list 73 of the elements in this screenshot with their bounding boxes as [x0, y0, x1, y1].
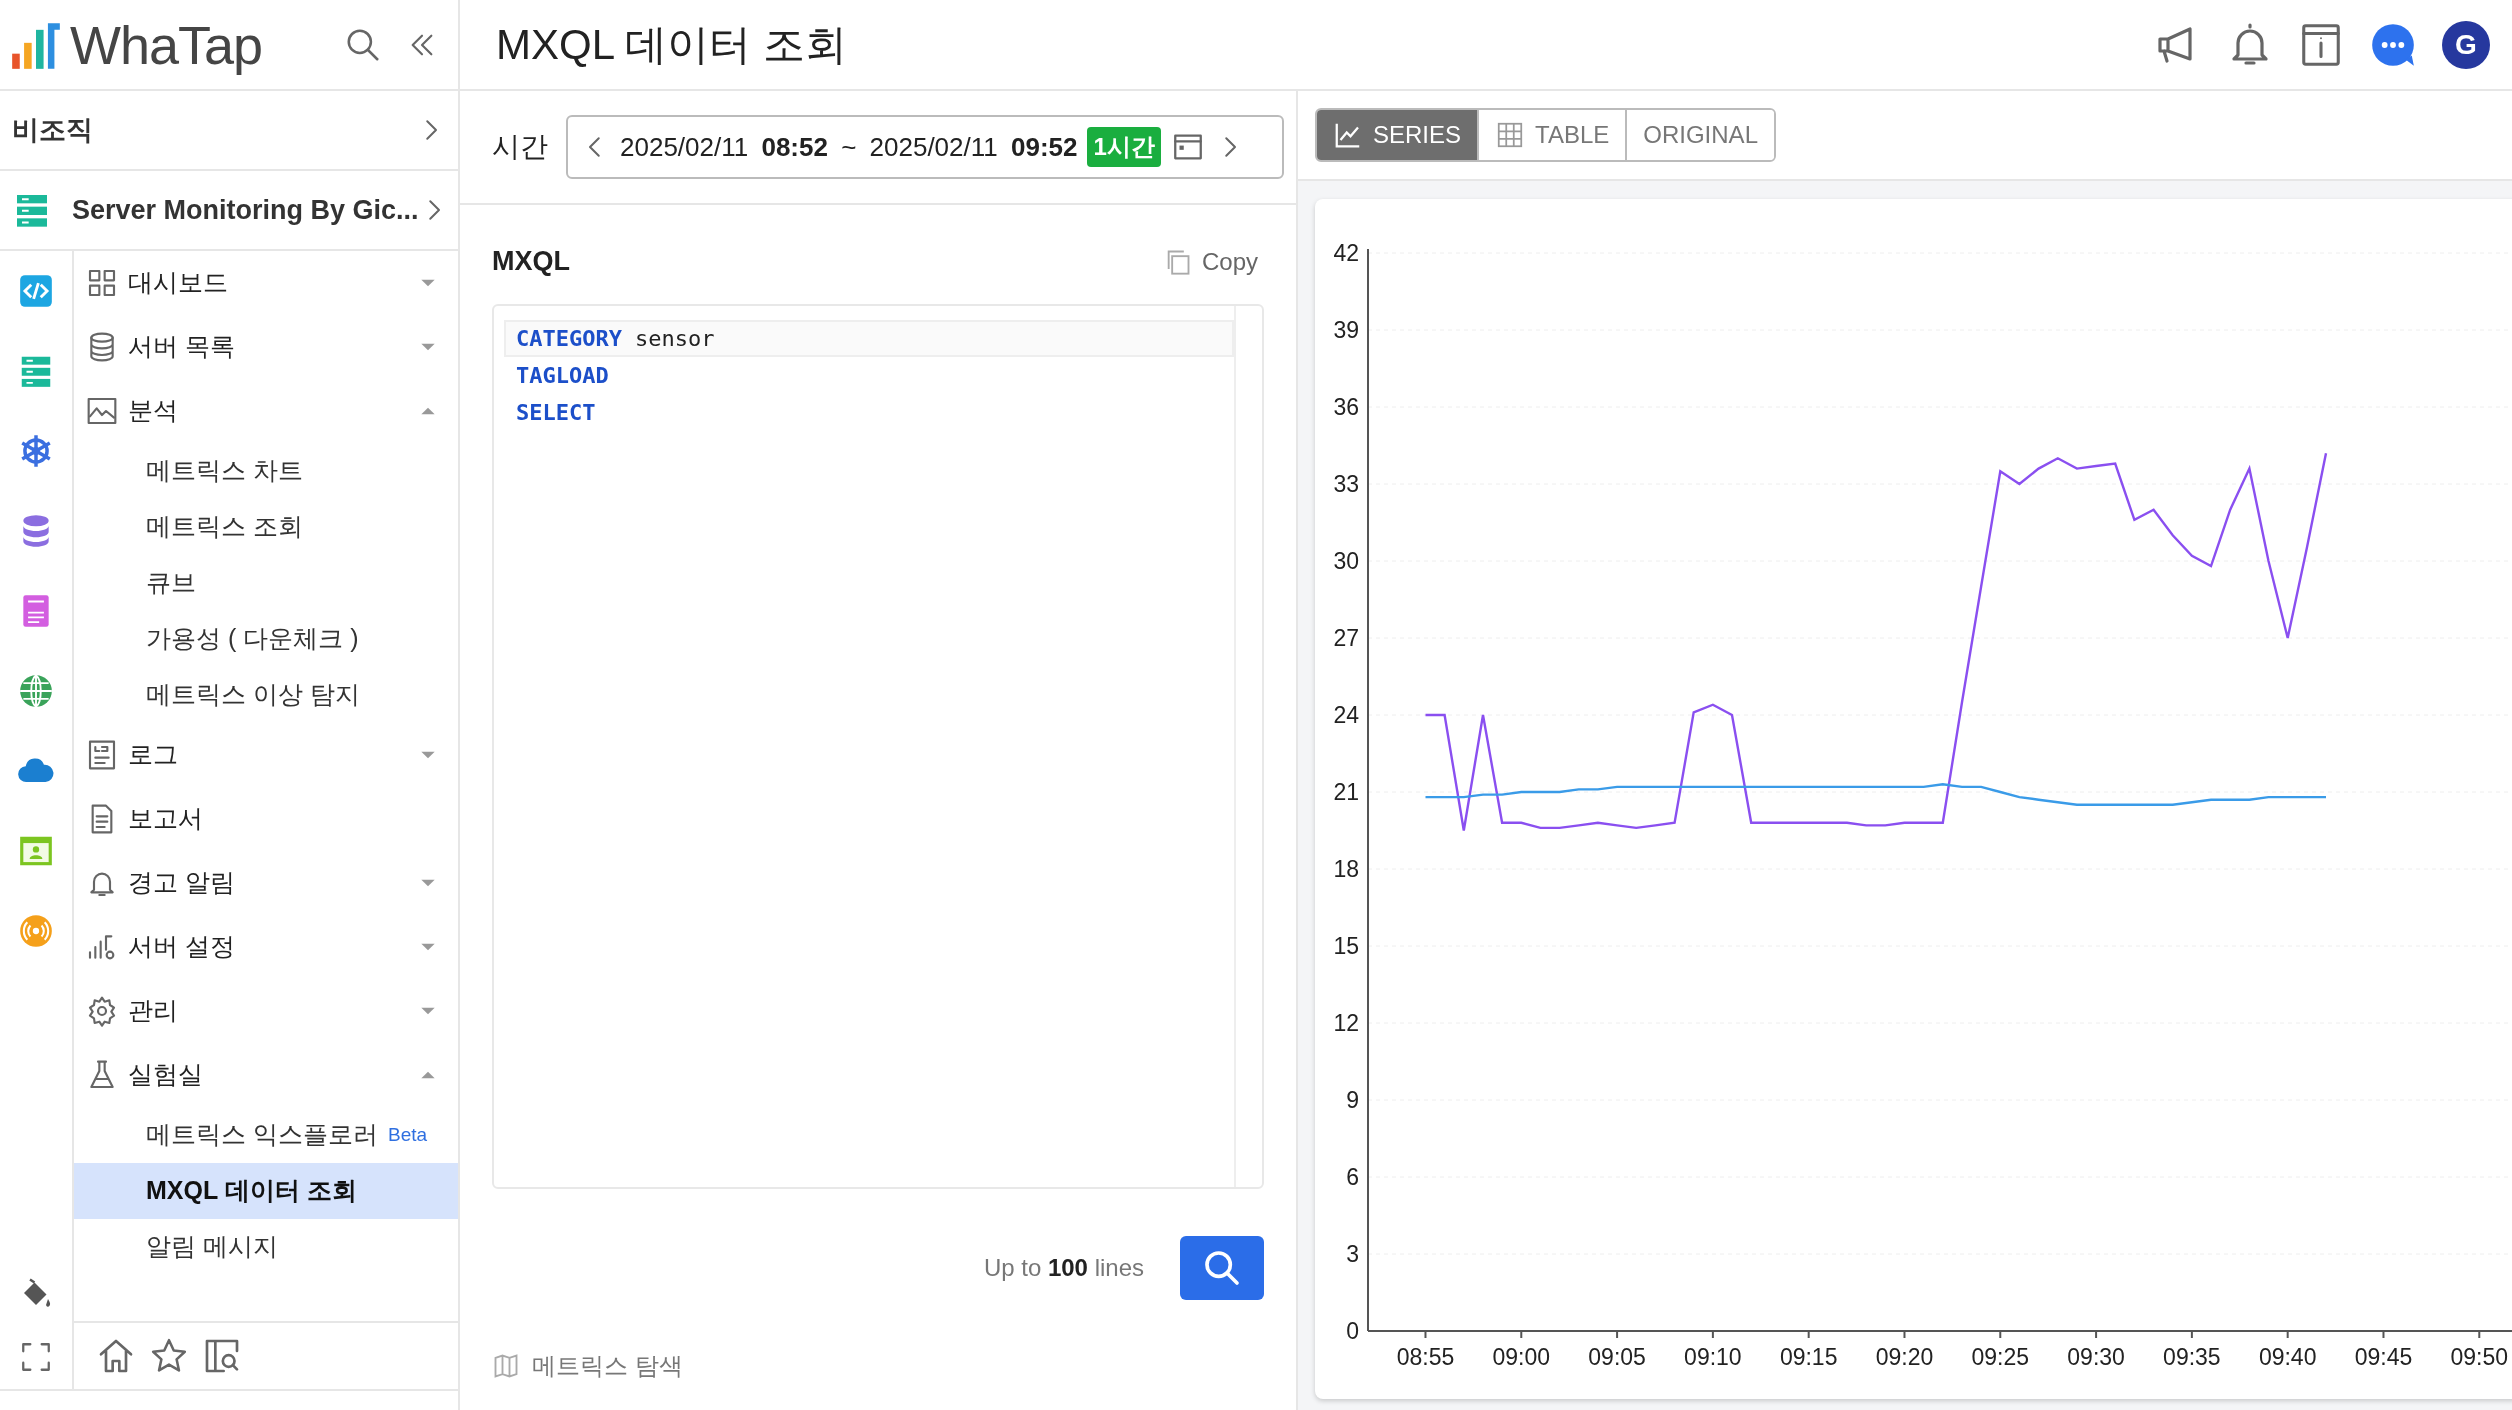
menu-item[interactable]: 경고 알림	[86, 864, 235, 902]
axis-label: 09:15	[1779, 1344, 1838, 1370]
star-icon[interactable]	[150, 1337, 188, 1375]
submenu-item[interactable]: 가용성 ( 다운체크 )	[74, 611, 458, 667]
axis-label: 15	[1333, 933, 1359, 959]
menu-item[interactable]: 실험실	[86, 1056, 203, 1094]
globe-icon[interactable]	[17, 672, 55, 710]
axis-label: 09:25	[1971, 1344, 2030, 1370]
axis-label: 09:35	[2163, 1344, 2221, 1370]
view-tab[interactable]: ORIGINAL	[1625, 110, 1774, 160]
metric-explore-link[interactable]: 메트릭스 탐색	[492, 1348, 1264, 1384]
submenu-item[interactable]: 큐브	[74, 555, 458, 611]
menu-item[interactable]: 서버 목록	[86, 328, 235, 366]
axis-label: 3	[1346, 1241, 1359, 1267]
code-icon[interactable]	[17, 272, 55, 310]
axis-label: 33	[1333, 471, 1359, 497]
grid-icon	[86, 267, 118, 299]
menu-item[interactable]: 관리	[86, 992, 178, 1030]
axis-label: 27	[1333, 625, 1359, 651]
line-limit-text: Up to 100 lines	[983, 1253, 1144, 1283]
section-title: MXQL	[492, 245, 570, 279]
menu-item[interactable]: 서버 설정	[86, 928, 235, 966]
axis-label: 36	[1333, 394, 1359, 420]
code-line: TAGLOAD	[515, 362, 610, 390]
menu-item[interactable]: 보고서	[86, 800, 203, 838]
page-title: MXQL 데이터 조회	[496, 20, 847, 70]
range-badge: 1시간	[1087, 127, 1161, 167]
beta-label: Beta	[387, 1122, 428, 1147]
menu-item[interactable]: 로그	[86, 736, 178, 774]
fullscreen-icon[interactable]	[19, 1340, 53, 1374]
code-line: SELECT	[515, 399, 597, 427]
axis-label: 6	[1346, 1164, 1359, 1190]
axis-label: 21	[1333, 779, 1359, 805]
log-file-icon	[86, 739, 118, 771]
gear-icon	[86, 995, 118, 1027]
axis-label: 09:10	[1684, 1344, 1742, 1370]
axis-label: 09:50	[2450, 1344, 2509, 1370]
axis-label: 09:30	[2067, 1344, 2125, 1370]
submenu-item[interactable]: 메트릭스 조회	[74, 499, 458, 555]
submenu-item[interactable]: 메트릭스 차트	[74, 443, 458, 499]
axis-label: 30	[1333, 548, 1359, 574]
axis-label: 12	[1333, 1010, 1359, 1036]
axis-label: 39	[1333, 317, 1359, 343]
axis-label: 09:45	[2354, 1344, 2413, 1370]
axis-label: 24	[1333, 702, 1359, 728]
axis-label: 09:40	[2258, 1344, 2317, 1370]
axis-label: 08:55	[1396, 1344, 1455, 1370]
organization-selector[interactable]: 비조직	[12, 109, 93, 151]
axis-label: 18	[1333, 856, 1359, 882]
map-icon	[492, 1352, 520, 1380]
submenu-item[interactable]: 알림 메시지	[74, 1219, 458, 1275]
time-range-text: 2025/02/11 08:52 ~ 2025/02/11 09:52	[620, 130, 1078, 164]
menu-item[interactable]: 대시보드	[86, 264, 228, 302]
line-chart-image-icon	[86, 395, 118, 427]
submenu-item[interactable]: 메트릭스 익스플로러 Beta	[74, 1107, 458, 1163]
project-selector[interactable]: Server Monitoring By Gic...	[72, 189, 419, 231]
axis-label: 09:20	[1875, 1344, 1934, 1370]
axis-label: 09:05	[1588, 1344, 1646, 1370]
submenu-item[interactable]: MXQL 데이터 조회	[74, 1163, 458, 1219]
view-tab[interactable]: SERIES	[1317, 110, 1478, 160]
axis-label: 42	[1333, 240, 1359, 266]
copy-button[interactable]: Copy	[1157, 242, 1264, 281]
axis-label: 0	[1346, 1318, 1359, 1344]
time-range-picker[interactable]: 2025/02/11 08:52 ~ 2025/02/11 09:52 1시간	[566, 115, 1284, 179]
submenu-item[interactable]: 메트릭스 이상 탐지	[74, 667, 458, 723]
code-editor[interactable]: CATEGORY sensor TAGLOAD SELECT	[492, 304, 1264, 1189]
menu-item[interactable]: 분석	[86, 392, 178, 430]
axis-label: 9	[1346, 1087, 1359, 1113]
axis-label: 09:00	[1492, 1344, 1551, 1370]
search-button[interactable]	[1180, 1236, 1264, 1300]
time-label: 시간	[492, 130, 548, 164]
user-avatar[interactable]: G	[2442, 20, 2490, 69]
search-icon	[1202, 1248, 1242, 1288]
